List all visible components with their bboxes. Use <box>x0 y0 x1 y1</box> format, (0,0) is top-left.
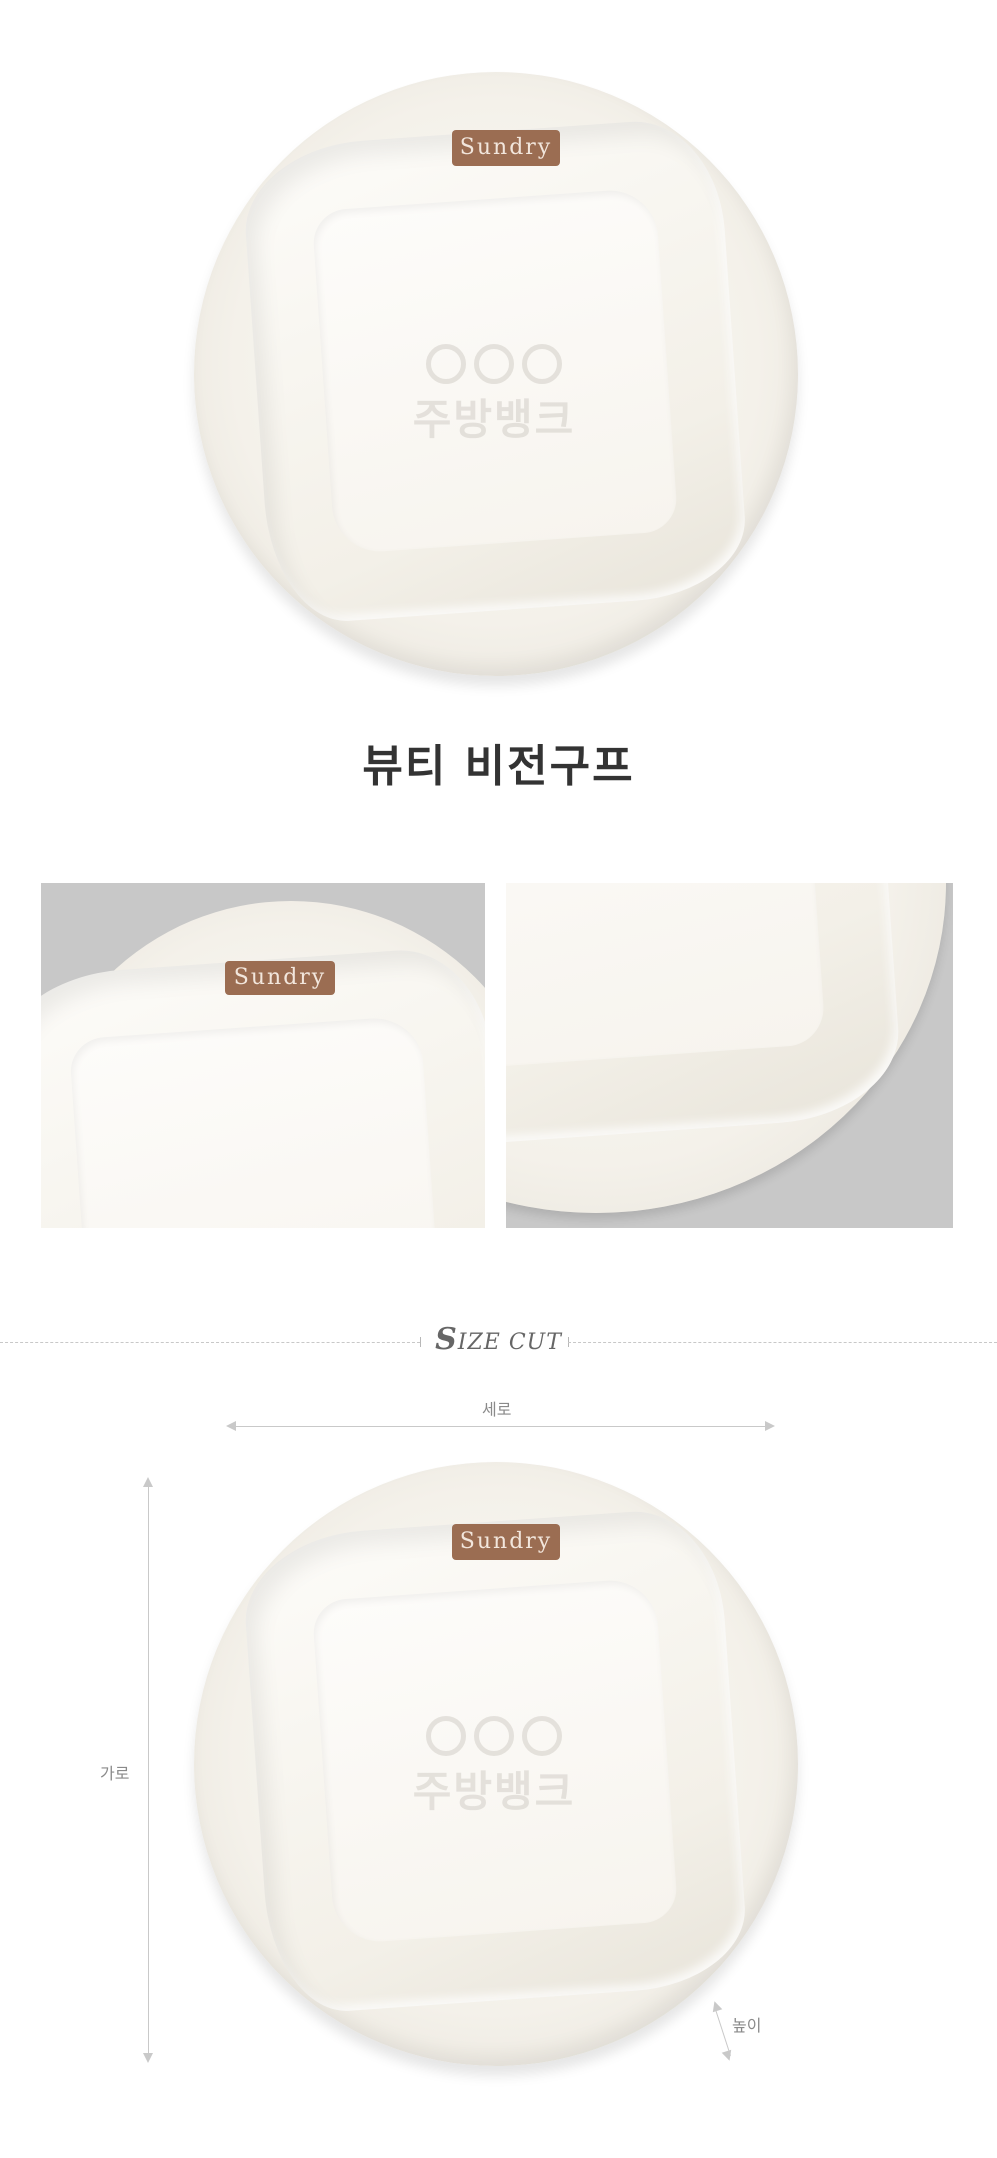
watermark: 주방뱅크 <box>394 344 594 447</box>
size-plate-image: Sundry 주방뱅크 <box>194 1462 798 2066</box>
watermark-text: 주방뱅크 <box>412 395 576 444</box>
watermark-icons <box>394 344 594 384</box>
height-arrow-down <box>143 2053 153 2063</box>
depth-arrow-up <box>709 1999 723 2013</box>
hero-plate-image: Sundry 주방뱅크 <box>194 72 798 676</box>
cutlery-icon <box>474 1716 514 1756</box>
size-brand-badge: Sundry <box>452 1524 560 1560</box>
depth-arrow-down <box>721 2049 735 2063</box>
depth-arrow <box>713 2006 732 2056</box>
chef-hat-icon <box>426 1716 466 1756</box>
size-watermark: 주방뱅크 <box>394 1716 594 1819</box>
size-watermark-text: 주방뱅크 <box>412 1767 576 1816</box>
height-label: 가로 <box>100 1764 130 1783</box>
width-arrow-left <box>226 1421 236 1431</box>
size-cut-rest: IZE CUT <box>457 1330 562 1355</box>
cabinet-icon <box>522 344 562 384</box>
detail-inner-well-left <box>68 1014 444 1228</box>
width-arrow-right <box>765 1421 775 1431</box>
width-line <box>236 1426 766 1427</box>
height-arrow-up <box>143 1477 153 1487</box>
cabinet-icon <box>522 1716 562 1756</box>
cutlery-icon <box>474 344 514 384</box>
detail-photo-right <box>506 883 953 1228</box>
product-title: 뷰티 비전구프 <box>362 741 635 792</box>
size-cut-heading: SIZE CUT <box>0 1322 997 1357</box>
detail-photo-left: Sundry <box>41 883 485 1228</box>
size-watermark-icons <box>394 1716 594 1756</box>
depth-label: 높이 <box>732 2016 762 2035</box>
width-label: 세로 <box>482 1400 512 1419</box>
detail-well-right <box>506 883 905 1151</box>
brand-badge: Sundry <box>452 130 560 166</box>
detail-inner-well-right <box>506 883 827 1070</box>
height-line <box>148 1487 149 2053</box>
size-cut-initial: S <box>435 1322 458 1357</box>
detail-plate-right <box>506 883 946 1213</box>
detail-plate-left <box>41 901 485 1228</box>
chef-hat-icon <box>426 344 466 384</box>
detail-brand-badge: Sundry <box>225 961 335 995</box>
